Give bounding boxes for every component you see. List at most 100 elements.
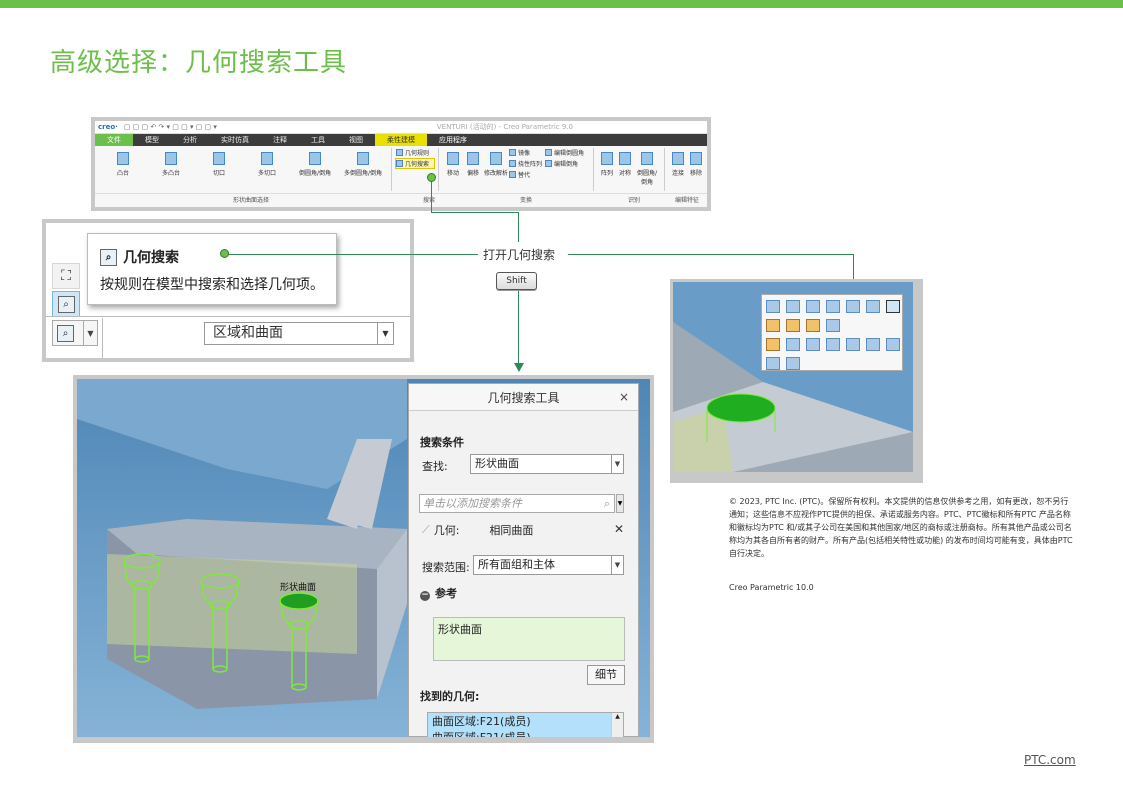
tooltip-panel: ⛶ ⌕ ⌕ ▼ 区域和曲面 ▼ ⌕ 几何搜索 按规则在模型中搜索和选择几何项。	[46, 223, 410, 358]
move-button[interactable]: 移动	[443, 148, 463, 177]
tab-applications[interactable]: 应用程序	[427, 134, 479, 146]
fill-icon[interactable]	[806, 319, 820, 332]
attach-icon[interactable]	[766, 357, 780, 370]
tab-live-simulation[interactable]: 实时仿真	[209, 134, 261, 146]
found-geometry-list[interactable]: 曲面区域:F21(成员) 曲面区域:F21(成员) ▲	[427, 712, 624, 737]
multi-round-chamfer-icon	[357, 152, 369, 165]
multi-cut-button[interactable]: 多切口	[243, 148, 291, 177]
geometry-search-icon	[396, 160, 403, 167]
brush-icon[interactable]	[766, 319, 780, 332]
list-item[interactable]: 曲面区域:F21(成员)	[432, 713, 623, 729]
ptc-link[interactable]: PTC.com	[1024, 753, 1076, 767]
connector-line	[568, 254, 853, 255]
substitute-icon	[509, 171, 516, 178]
geometry-search-button[interactable]: 几何搜索	[395, 158, 435, 169]
multi-round-chamfer-button[interactable]: 多倒圆角/倒角	[339, 148, 387, 177]
remove-condition-icon[interactable]: ✕	[614, 522, 624, 536]
connect-button[interactable]: 连接	[669, 148, 687, 177]
round-chamfer-button[interactable]: 倒圆角/倒角	[291, 148, 339, 177]
round-chamfer-icon	[309, 152, 321, 165]
recognize-group: 阵列 对称 倒圆角/倒角	[598, 148, 665, 191]
pattern-icon	[509, 160, 516, 167]
tab-file[interactable]: 文件	[95, 134, 133, 146]
chevron-down-icon: ▼	[611, 556, 623, 574]
edit-chamfer-button[interactable]: 编辑倒角	[545, 159, 589, 168]
cut-button[interactable]: 切口	[195, 148, 243, 177]
multi-boss-button[interactable]: 多凸台	[147, 148, 195, 177]
tab-view[interactable]: 视图	[337, 134, 375, 146]
symmetry-button[interactable]: 对称	[616, 148, 634, 177]
connect-icon	[672, 152, 684, 165]
multi-boss-icon[interactable]	[786, 300, 800, 313]
reference-field[interactable]: 形状曲面	[433, 617, 625, 661]
boss-icon	[117, 152, 129, 165]
remove-button[interactable]: 移除	[687, 148, 705, 177]
connector-line	[431, 178, 432, 212]
collapse-toolbar-icon[interactable]	[786, 357, 800, 370]
pattern-icon[interactable]	[846, 338, 860, 351]
chevron-down-icon: ▼	[83, 321, 97, 345]
modify-analytic-icon[interactable]	[806, 338, 820, 351]
geometry-search-side-button[interactable]: ⌕	[52, 291, 80, 317]
round-icon[interactable]	[846, 300, 860, 313]
tab-analysis[interactable]: 分析	[171, 134, 209, 146]
connector-dot	[220, 249, 229, 258]
offset-icon[interactable]	[786, 338, 800, 351]
graphics-area[interactable]: 形状曲面 几何搜索工具 × 搜索条件 查找: 形状曲面 ▼ 单击以添加搜索条件 …	[77, 379, 650, 737]
tab-tools[interactable]: 工具	[299, 134, 337, 146]
binoculars-icon: ⛶	[61, 268, 71, 284]
recognize-round-button[interactable]: 倒圆角/倒角	[634, 148, 660, 186]
geometry-condition[interactable]: ⟋ 几何: 相同曲面	[422, 522, 533, 538]
creo-logo: creo·	[98, 123, 118, 131]
edit-round-icon	[545, 149, 552, 156]
remove-icon	[690, 152, 702, 165]
chevron-down-icon: ▼	[377, 323, 393, 344]
close-icon[interactable]: ×	[619, 390, 629, 404]
geometry-search-icon: ⌕	[57, 295, 75, 313]
quick-access-icons[interactable]: ▢ ▢ ▢ ↶ ↷ ▾ ▢ ▢ ▾ ▢ ▢ ▾	[124, 123, 217, 131]
scrollbar[interactable]: ▲	[611, 713, 623, 737]
edit-round-button[interactable]: 编辑倒圆角	[545, 148, 589, 157]
multi-cut-icon[interactable]	[826, 300, 840, 313]
search-condition-input[interactable]: 单击以添加搜索条件 ⌕	[419, 494, 615, 513]
mirror-button[interactable]: 镜像	[509, 148, 545, 157]
slide-title: 高级选择：几何搜索工具	[50, 48, 348, 78]
boss-button[interactable]: 凸台	[99, 148, 147, 177]
substitute-icon[interactable]	[866, 338, 880, 351]
geometry-search-icon: ⌕	[100, 248, 117, 266]
multi-cut-icon	[261, 152, 273, 165]
multi-round-icon[interactable]	[866, 300, 880, 313]
cut-icon[interactable]	[806, 300, 820, 313]
tab-model[interactable]: 模型	[133, 134, 171, 146]
list-item[interactable]: 曲面区域:F21(成员)	[432, 729, 623, 737]
pen-icon[interactable]	[786, 319, 800, 332]
move-icon[interactable]	[766, 338, 780, 351]
search-tool-dropdown[interactable]: ⌕ ▼	[52, 320, 98, 346]
tab-flexible-modeling[interactable]: 柔性建模	[375, 134, 427, 146]
pattern-recognize-button[interactable]: 阵列	[598, 148, 616, 177]
details-button[interactable]: 细节	[587, 665, 625, 685]
geometry-search-icon[interactable]	[886, 300, 900, 313]
geometry-rule-button[interactable]: 几何规则	[396, 148, 434, 157]
flexible-pattern-button[interactable]: 挠性阵列	[509, 159, 545, 168]
edit-chamfer-icon	[545, 160, 552, 167]
connector-dot	[427, 173, 436, 182]
mirror-icon[interactable]	[826, 338, 840, 351]
tab-annotate[interactable]: 注释	[261, 134, 299, 146]
scope-select[interactable]: 所有面组和主体 ▼	[473, 555, 624, 575]
select-tool-icon[interactable]	[826, 319, 840, 332]
modify-analytic-icon	[490, 152, 502, 165]
filter-select[interactable]: 区域和曲面 ▼	[204, 322, 394, 345]
offset-button[interactable]: 偏移	[463, 148, 483, 177]
boss-icon[interactable]	[766, 300, 780, 313]
found-header: 找到的几何:	[420, 690, 480, 703]
ribbon-body: 凸台 多凸台 切口 多切口 倒圆角/倒角 多倒圆角/倒角 几何规则 几何搜索 移…	[95, 146, 707, 193]
find-select[interactable]: 形状曲面 ▼	[470, 454, 624, 474]
modify-analytic-button[interactable]: 修改解析	[483, 148, 509, 177]
chevron-down-icon[interactable]: ▼	[616, 494, 624, 513]
graphics-area[interactable]	[673, 282, 913, 472]
remove-icon[interactable]	[886, 338, 900, 351]
reference-header[interactable]: − 参考	[420, 585, 457, 601]
binoculars-button[interactable]: ⛶	[52, 263, 80, 289]
substitute-button[interactable]: 替代	[509, 170, 545, 179]
